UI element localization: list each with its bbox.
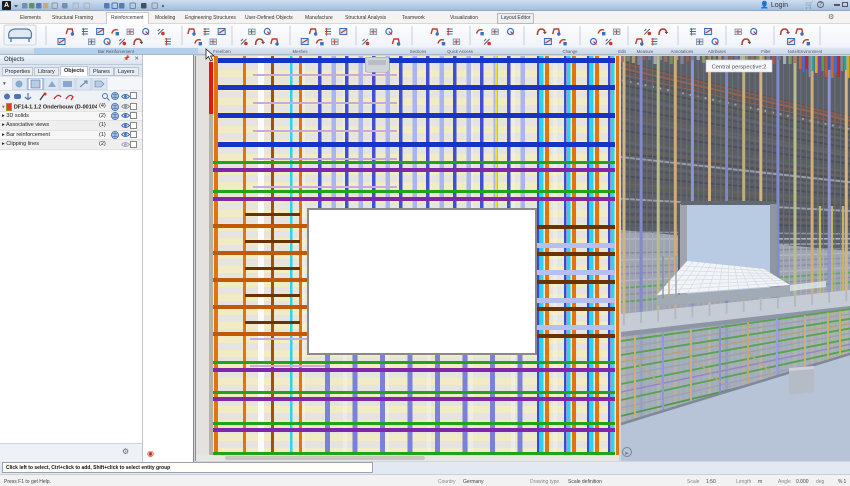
svg-text:►: ►	[624, 451, 630, 457]
svg-text:Central perspective:2: Central perspective:2	[712, 65, 767, 71]
